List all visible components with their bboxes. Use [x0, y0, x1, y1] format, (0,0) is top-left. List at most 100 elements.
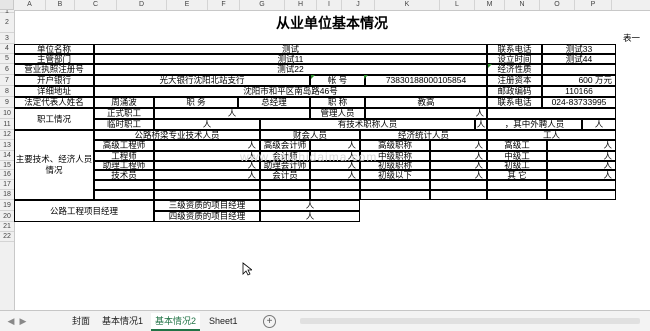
staff-count-cell[interactable]: 人 — [547, 170, 616, 180]
blank-cell — [487, 108, 616, 119]
empty-cell[interactable] — [260, 180, 310, 190]
formal-label: 正式职工 — [94, 108, 154, 119]
address-label: 详细地址 — [14, 86, 94, 97]
sheet-tab[interactable]: 基本情况1 — [98, 313, 147, 329]
empty-cell[interactable] — [360, 180, 430, 190]
empty-cell[interactable] — [547, 190, 616, 200]
econ-stats-header: 经济统计人员 — [360, 130, 487, 140]
form-title: 从业单位基本情况 — [276, 15, 388, 31]
horizontal-scrollbar[interactable] — [300, 318, 640, 324]
empty-cell[interactable] — [94, 190, 154, 200]
empty-cell[interactable] — [310, 180, 360, 190]
empty-cell[interactable] — [154, 180, 260, 190]
dept-value[interactable]: 测试11 — [94, 54, 487, 64]
staff-count-cell[interactable]: 人 — [310, 140, 360, 151]
outsourced-value[interactable]: 人 — [582, 119, 616, 130]
staff-category-label: 高级职称 — [360, 140, 430, 151]
staff-category-label: 会计师 — [260, 151, 310, 161]
title-label: 职 称 — [310, 97, 365, 108]
legal-rep-value[interactable]: 周涌波 — [94, 97, 154, 108]
unit-name-value[interactable]: 测试 — [94, 44, 487, 54]
staff-count-cell[interactable]: 人 — [154, 170, 260, 180]
pm-grade3-value[interactable]: 人 — [260, 200, 360, 211]
mouse-cursor-icon — [242, 262, 252, 276]
empty-cell[interactable] — [487, 180, 547, 190]
staff-category-label: 高级工程师 — [94, 140, 154, 151]
staff-category-label: 初级职称 — [360, 161, 430, 170]
finance-header: 财会人员 — [260, 130, 360, 140]
bank-value[interactable]: 光大银行沈阳北站支行 — [94, 75, 310, 86]
staff-count-cell[interactable]: 人 — [547, 151, 616, 161]
staff-category-label: 高级工 — [487, 140, 547, 151]
position-value[interactable]: 总经理 — [238, 97, 310, 108]
table-number: 表一 — [622, 33, 640, 44]
staff-label: 职工情况 — [14, 108, 94, 130]
empty-cell[interactable] — [310, 190, 360, 200]
staff-category-label: 中级工 — [487, 151, 547, 161]
title-value[interactable]: 教高 — [365, 97, 487, 108]
staff-count-cell[interactable]: 人 — [547, 140, 616, 151]
postcode-label: 邮政编码 — [487, 86, 542, 97]
staff-count-cell[interactable]: 人 — [430, 151, 487, 161]
formal-value[interactable]: 人 — [154, 108, 310, 119]
temp-value[interactable]: 人 — [154, 119, 260, 130]
staff-category-label: 工程师 — [94, 151, 154, 161]
staff-category-label: 技术员 — [94, 170, 154, 180]
empty-cell[interactable] — [260, 190, 310, 200]
staff-category-label: 其 它 — [487, 170, 547, 180]
unit-name-label: 单位名称 — [14, 44, 94, 54]
sheet-tab[interactable]: 基本情况2 — [151, 313, 201, 331]
dept-label: 主管部门 — [14, 54, 94, 64]
staff-category-label: 高级会计师 — [260, 140, 310, 151]
worker-header: 工人 — [487, 130, 616, 140]
staff-count-cell[interactable]: 人 — [547, 161, 616, 170]
staff-category-label: 助理会计师 — [260, 161, 310, 170]
cell-comment-marker — [311, 75, 315, 79]
account-value[interactable]: 73830188000105854 — [365, 75, 487, 86]
add-sheet-icon[interactable]: + — [263, 315, 276, 328]
road-tech-header: 公路桥梁专业技术人员 — [94, 130, 260, 140]
postcode-value[interactable]: 110166 — [542, 86, 616, 97]
reg-capital-label: 注册资本 — [487, 75, 542, 86]
staff-category-label: 初级以下 — [360, 170, 430, 180]
contact-phone-value[interactable]: 024-83733995 — [542, 97, 616, 108]
empty-cell[interactable] — [94, 180, 154, 190]
staff-count-cell[interactable]: 人 — [154, 140, 260, 151]
empty-cell[interactable] — [487, 190, 547, 200]
pm-grade4-value[interactable]: 人 — [260, 211, 360, 222]
cell-comment-marker — [488, 64, 492, 68]
staff-count-cell[interactable]: 人 — [154, 151, 260, 161]
staff-count-cell[interactable]: 人 — [430, 140, 487, 151]
phone-value[interactable]: 测试33 — [542, 44, 616, 54]
staff-category-label: 助理工程师 — [94, 161, 154, 170]
mgmt-value[interactable]: 人 — [365, 108, 487, 119]
sheet-tab[interactable]: Sheet1 — [205, 313, 242, 329]
empty-cell[interactable] — [430, 190, 487, 200]
empty-cell[interactable] — [430, 180, 487, 190]
reg-capital-value[interactable]: 600 万元 — [542, 75, 616, 86]
tab-prev-icon[interactable]: ◀ — [6, 315, 16, 327]
tab-next-icon[interactable]: ▶ — [18, 315, 28, 327]
sheet-tab-bar[interactable]: ◀ ▶ 封面 基本情况1 基本情况2 Sheet1 + — [0, 310, 650, 331]
spreadsheet-grid[interactable]: ABCDEFGHIJKLMNOP 1 2 3 4 5 6 7 8 9 10 11 12 13 14 15 16… — [0, 0, 650, 310]
econ-nature-value[interactable] — [542, 64, 616, 75]
empty-cell[interactable] — [547, 180, 616, 190]
staff-count-cell[interactable]: 人 — [310, 151, 360, 161]
empty-cell[interactable] — [360, 190, 430, 200]
empty-cell[interactable] — [154, 190, 260, 200]
staff-count-cell[interactable]: 人 — [310, 170, 360, 180]
tech-title-value[interactable]: 人 — [475, 119, 487, 130]
staff-count-cell[interactable]: 人 — [310, 161, 360, 170]
established-label: 设立时间 — [487, 54, 542, 64]
staff-count-cell[interactable]: 人 — [154, 161, 260, 170]
address-value[interactable]: 沈阳市和平区南岛路46号 — [94, 86, 487, 97]
account-label: 帐 号 — [310, 75, 365, 86]
pm-grade4-label: 四级资质的项目经理 — [154, 211, 260, 222]
staff-count-cell[interactable]: 人 — [430, 170, 487, 180]
established-value[interactable]: 测试44 — [542, 54, 616, 64]
license-value[interactable]: 测试22 — [94, 64, 487, 75]
staff-count-cell[interactable]: 人 — [430, 161, 487, 170]
sheet-tab[interactable]: 封面 — [68, 313, 94, 329]
temp-label: 临时职工 — [94, 119, 154, 130]
form-table[interactable]: 从业单位基本情况 表一 单位名称 测试 联系电话 测试33 主管部门 测试11 … — [0, 0, 650, 310]
